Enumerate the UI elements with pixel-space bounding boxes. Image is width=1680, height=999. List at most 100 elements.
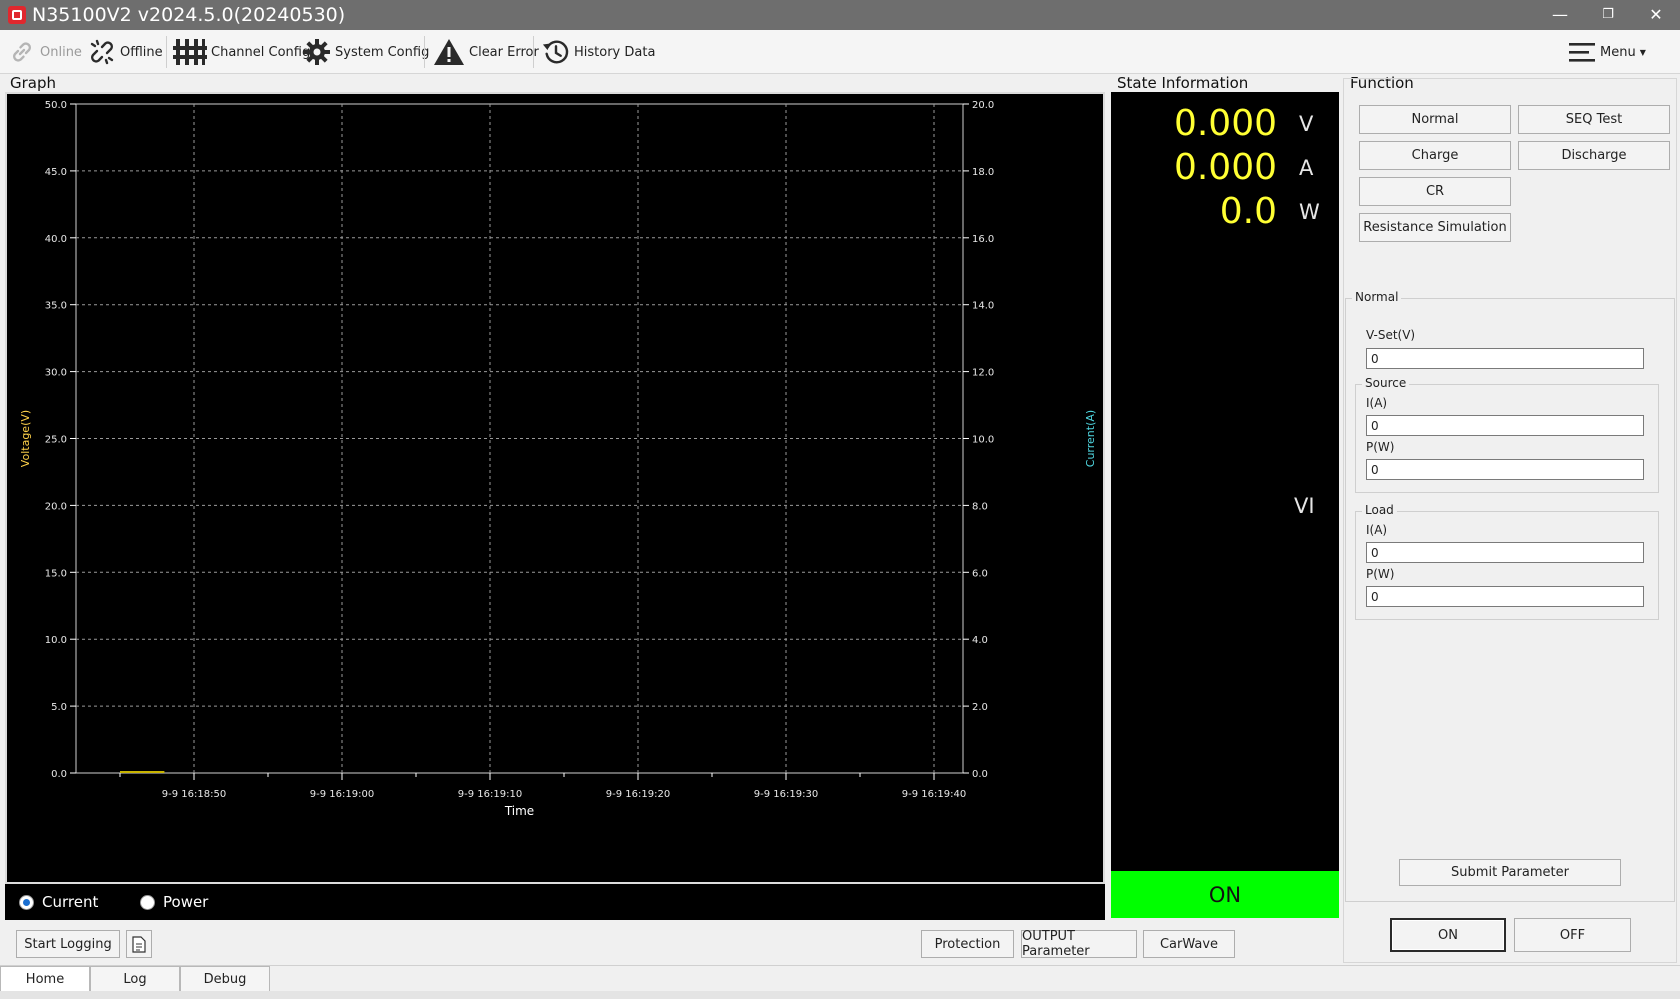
output-on-button[interactable]: ON [1390,918,1506,952]
online-button[interactable]: Online [8,30,82,74]
load-power-input[interactable] [1366,586,1644,607]
y-tick-label: 15.0 [45,568,67,579]
discharge-button[interactable]: Discharge [1518,141,1670,170]
power-radio-label: Power [163,893,209,911]
vset-input[interactable] [1366,348,1644,369]
radio-checked-icon [19,894,34,910]
online-label: Online [40,44,82,60]
power-readout: 0.0 [1219,191,1277,232]
x-axis-label: Time [504,804,534,818]
title-bar: N35100V2 v2024.5.0(20240530) — ❐ ✕ [0,0,1680,30]
y-tick-label: 40.0 [45,234,67,245]
normal-mode-button[interactable]: Normal [1359,105,1511,134]
gear-icon [303,38,331,66]
y2-tick-label: 14.0 [972,301,994,312]
channel-config-button[interactable]: Channel Config [173,30,310,74]
tab-home[interactable]: Home [0,966,90,992]
power-radio[interactable]: Power [140,893,208,911]
broken-link-icon [88,38,116,66]
link-icon [8,38,36,66]
resistance-simulation-button[interactable]: Resistance Simulation [1359,213,1511,242]
seq-test-button[interactable]: SEQ Test [1518,105,1670,134]
minimize-button[interactable]: — [1538,0,1582,30]
source-power-label: P(W) [1366,440,1395,454]
x-tick-label: 9-9 16:19:30 [754,789,818,800]
current-radio[interactable]: Current [19,893,98,911]
y-axis-label: Voltage(V) [19,410,32,467]
system-config-button[interactable]: System Config [303,30,429,74]
normal-groupbox-title: Normal [1352,290,1402,304]
y-tick-label: 20.0 [45,501,67,512]
y2-axis-label: Current(A) [1084,410,1097,467]
protection-button[interactable]: Protection [921,930,1014,958]
load-groupbox-title: Load [1362,503,1397,517]
restore-button[interactable]: ❐ [1586,0,1630,30]
menu-button[interactable]: Menu ▼ [1568,30,1646,74]
output-parameter-button[interactable]: OUTPUT Parameter [1021,929,1137,959]
y2-tick-label: 2.0 [972,702,988,713]
output-off-button[interactable]: OFF [1514,918,1631,952]
submit-parameter-button[interactable]: Submit Parameter [1399,859,1621,886]
x-tick-label: 9-9 16:19:00 [310,789,374,800]
power-unit: W [1299,200,1320,224]
clear-error-button[interactable]: Clear Error [433,30,539,74]
state-panel: 0.000 V 0.000 A 0.0 W VI ON [1111,92,1339,918]
charge-button[interactable]: Charge [1359,141,1511,170]
y2-tick-label: 18.0 [972,167,994,178]
y2-tick-label: 20.0 [972,100,994,111]
y2-tick-label: 8.0 [972,501,988,512]
y-tick-label: 0.0 [51,769,67,780]
tab-debug[interactable]: Debug [180,966,270,992]
y2-tick-label: 12.0 [972,368,994,379]
y2-tick-label: 16.0 [972,234,994,245]
history-data-label: History Data [574,44,656,60]
hamburger-icon [1568,38,1596,66]
toolbar: Online Offline Channel Config System Con… [0,30,1680,74]
y-tick-label: 35.0 [45,301,67,312]
vset-label: V-Set(V) [1366,328,1416,342]
graph-section-title: Graph [10,74,57,92]
offline-label: Offline [120,44,163,60]
current-unit: A [1299,156,1314,180]
y-tick-label: 10.0 [45,635,67,646]
graph-canvas[interactable]: 0.0 5.0 10.0 15.0 20.0 25.0 30.0 35.0 40.0 45.0 50… [5,92,1105,884]
output-status-indicator: ON [1111,871,1339,918]
graph-mode-bar: Current Power [5,884,1105,920]
y-tick-label: 25.0 [45,435,67,446]
radio-unchecked-icon [140,894,155,910]
offline-button[interactable]: Offline [88,30,163,74]
toolbar-divider [424,36,425,68]
carwave-button[interactable]: CarWave [1143,930,1235,958]
cr-button[interactable]: CR [1359,177,1511,206]
menu-label: Menu [1600,44,1636,60]
graph-plot: 0.0 5.0 10.0 15.0 20.0 25.0 30.0 35.0 40.0 45.0 50… [19,100,1097,818]
app-logo-icon [8,6,26,24]
channel-config-label: Channel Config [211,44,311,60]
source-power-input[interactable] [1366,459,1644,480]
clear-error-label: Clear Error [469,44,539,60]
y2-tick-label: 4.0 [972,635,988,646]
dropdown-caret-icon: ▼ [1639,47,1646,57]
start-logging-button[interactable]: Start Logging [16,930,120,958]
history-data-button[interactable]: History Data [542,30,655,74]
tab-log[interactable]: Log [90,966,180,992]
x-tick-label: 9-9 16:19:10 [458,789,522,800]
y2-tick-label: 0.0 [972,769,988,780]
toolbar-divider [166,36,167,68]
state-section-title: State Information [1117,74,1249,92]
history-icon [542,38,570,66]
warning-icon [433,38,465,66]
x-tick-label: 9-9 16:19:40 [902,789,966,800]
voltage-readout: 0.000 [1173,103,1277,144]
voltage-unit: V [1299,112,1314,136]
close-button[interactable]: ✕ [1634,0,1678,30]
load-current-input[interactable] [1366,542,1644,563]
log-file-button[interactable] [126,930,152,958]
source-current-input[interactable] [1366,415,1644,436]
source-current-label: I(A) [1366,396,1388,410]
source-groupbox-title: Source [1362,376,1410,390]
sliders-icon [173,38,207,66]
mode-indicator: VI [1294,494,1315,518]
bottom-tab-bar: Home Log Debug [0,965,1680,992]
y2-tick-label: 6.0 [972,568,988,579]
